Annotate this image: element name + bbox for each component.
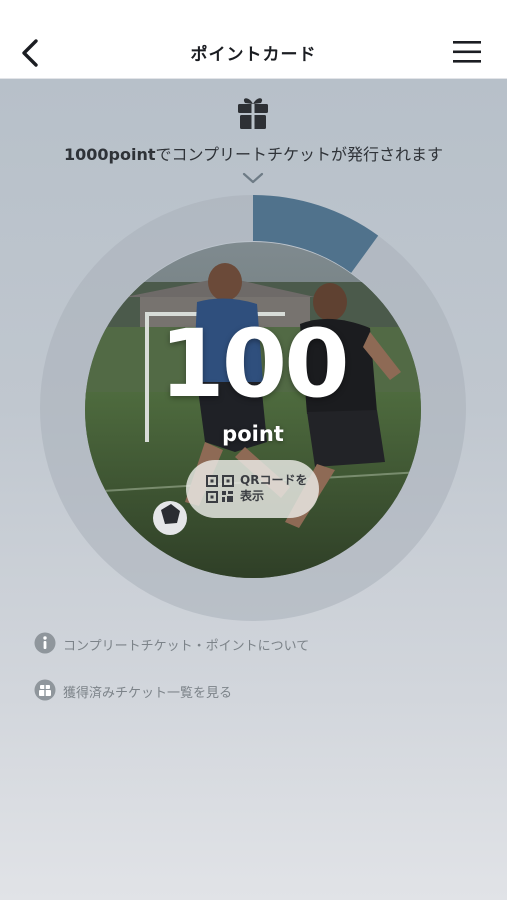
qr-button-label-line2: 表示 xyxy=(240,489,265,503)
about-points-link[interactable]: コンプリートチケット・ポイントについて xyxy=(34,632,334,656)
about-points-label: コンプリートチケット・ポイントについて xyxy=(63,639,310,654)
menu-button[interactable] xyxy=(453,39,481,65)
acquired-tickets-link[interactable]: 獲得済みチケット一覧を見る xyxy=(34,679,254,703)
qr-button-label-line1: QRコードを xyxy=(240,473,308,487)
show-qr-code-button[interactable]: QRコードを 表示 xyxy=(186,460,319,518)
qr-button-label: QRコードを 表示 xyxy=(240,472,315,504)
page-title: ポイントカード xyxy=(190,45,317,65)
points-unit: point xyxy=(222,422,284,446)
ticket-icon xyxy=(34,679,56,701)
points-value: 100 xyxy=(159,310,349,419)
status-bar xyxy=(0,0,507,28)
info-icon xyxy=(34,632,56,654)
goal-points-text: 1000point xyxy=(63,145,156,164)
hamburger-menu-icon xyxy=(453,41,481,63)
qr-code-icon xyxy=(206,475,234,503)
completion-message-text: でコンプリートチケットが発行されます xyxy=(155,145,444,164)
acquired-tickets-label: 獲得済みチケット一覧を見る xyxy=(63,686,233,701)
soccer-photo: 100 point QRコードを 表示 xyxy=(85,242,421,578)
chevron-down-icon xyxy=(242,172,264,184)
completion-message: 1000pointでコンプリートチケットが発行されます xyxy=(0,141,507,165)
point-card-content: 1000pointでコンプリートチケットが発行されます 100 point QR… xyxy=(0,79,507,900)
gift-icon xyxy=(238,98,268,129)
navigation-bar: ポイントカード xyxy=(0,28,507,79)
